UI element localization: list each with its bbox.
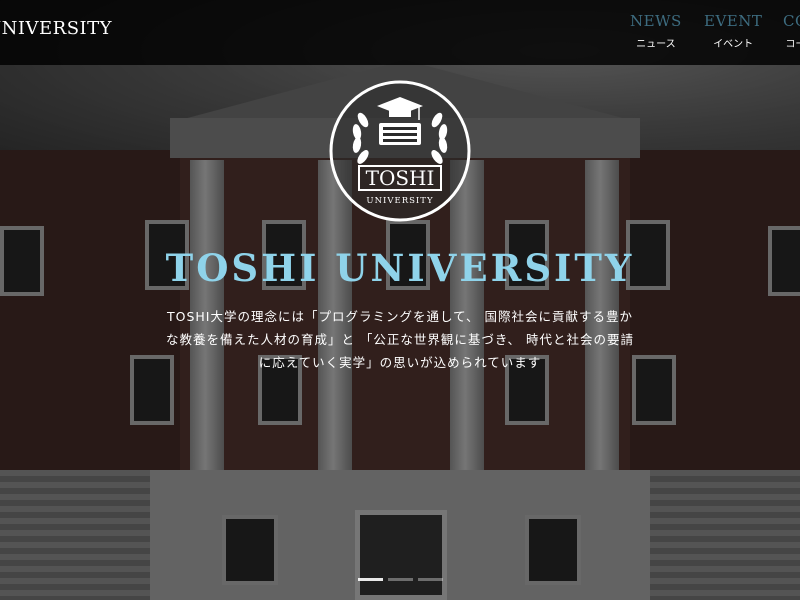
- emblem-name: TOSHI: [366, 166, 435, 190]
- nav-label-en: CO: [783, 12, 800, 30]
- hero-line: に応えていく実学」の思いが込められています: [258, 355, 542, 370]
- nav-label-en: EVENT: [704, 12, 763, 30]
- hero-line: な教養を備えた人材の育成」と 「公正な世界観に基づき、 時代と社会の要請: [165, 332, 635, 347]
- nav-label-en: NEWS: [630, 12, 682, 30]
- slider-dot[interactable]: [358, 578, 383, 581]
- nav-item-news[interactable]: NEWS ニュース: [630, 12, 682, 50]
- emblem-subtitle: UNIVERSITY: [366, 196, 433, 206]
- nav-item-event[interactable]: EVENT イベント: [704, 12, 762, 50]
- nav-label-ja: コー: [785, 39, 800, 50]
- university-emblem: TOSHI UNIVERSITY: [329, 80, 471, 222]
- nav-item-course[interactable]: CO コー: [783, 12, 800, 50]
- nav-label-ja: イベント: [713, 39, 754, 50]
- keyboard-icon: [379, 123, 421, 145]
- hero-description: TOSHI大学の理念には「プログラミングを通して、 国際社会に貢献する豊か な教…: [140, 305, 660, 374]
- slider-dot[interactable]: [388, 578, 413, 581]
- site-logo-text[interactable]: UNIVERSITY: [0, 18, 112, 39]
- header-bar: UNIVERSITY NEWS ニュース EVENT イベント CO コー: [0, 0, 800, 65]
- hero-title: TOSHI UNIVERSITY: [165, 246, 635, 290]
- nav-label-ja: ニュース: [636, 39, 676, 50]
- hero-line: TOSHI大学の理念には「プログラミングを通して、 国際社会に貢献する豊か: [167, 309, 633, 324]
- slider-dot[interactable]: [418, 578, 443, 581]
- slider-indicators: [358, 578, 448, 582]
